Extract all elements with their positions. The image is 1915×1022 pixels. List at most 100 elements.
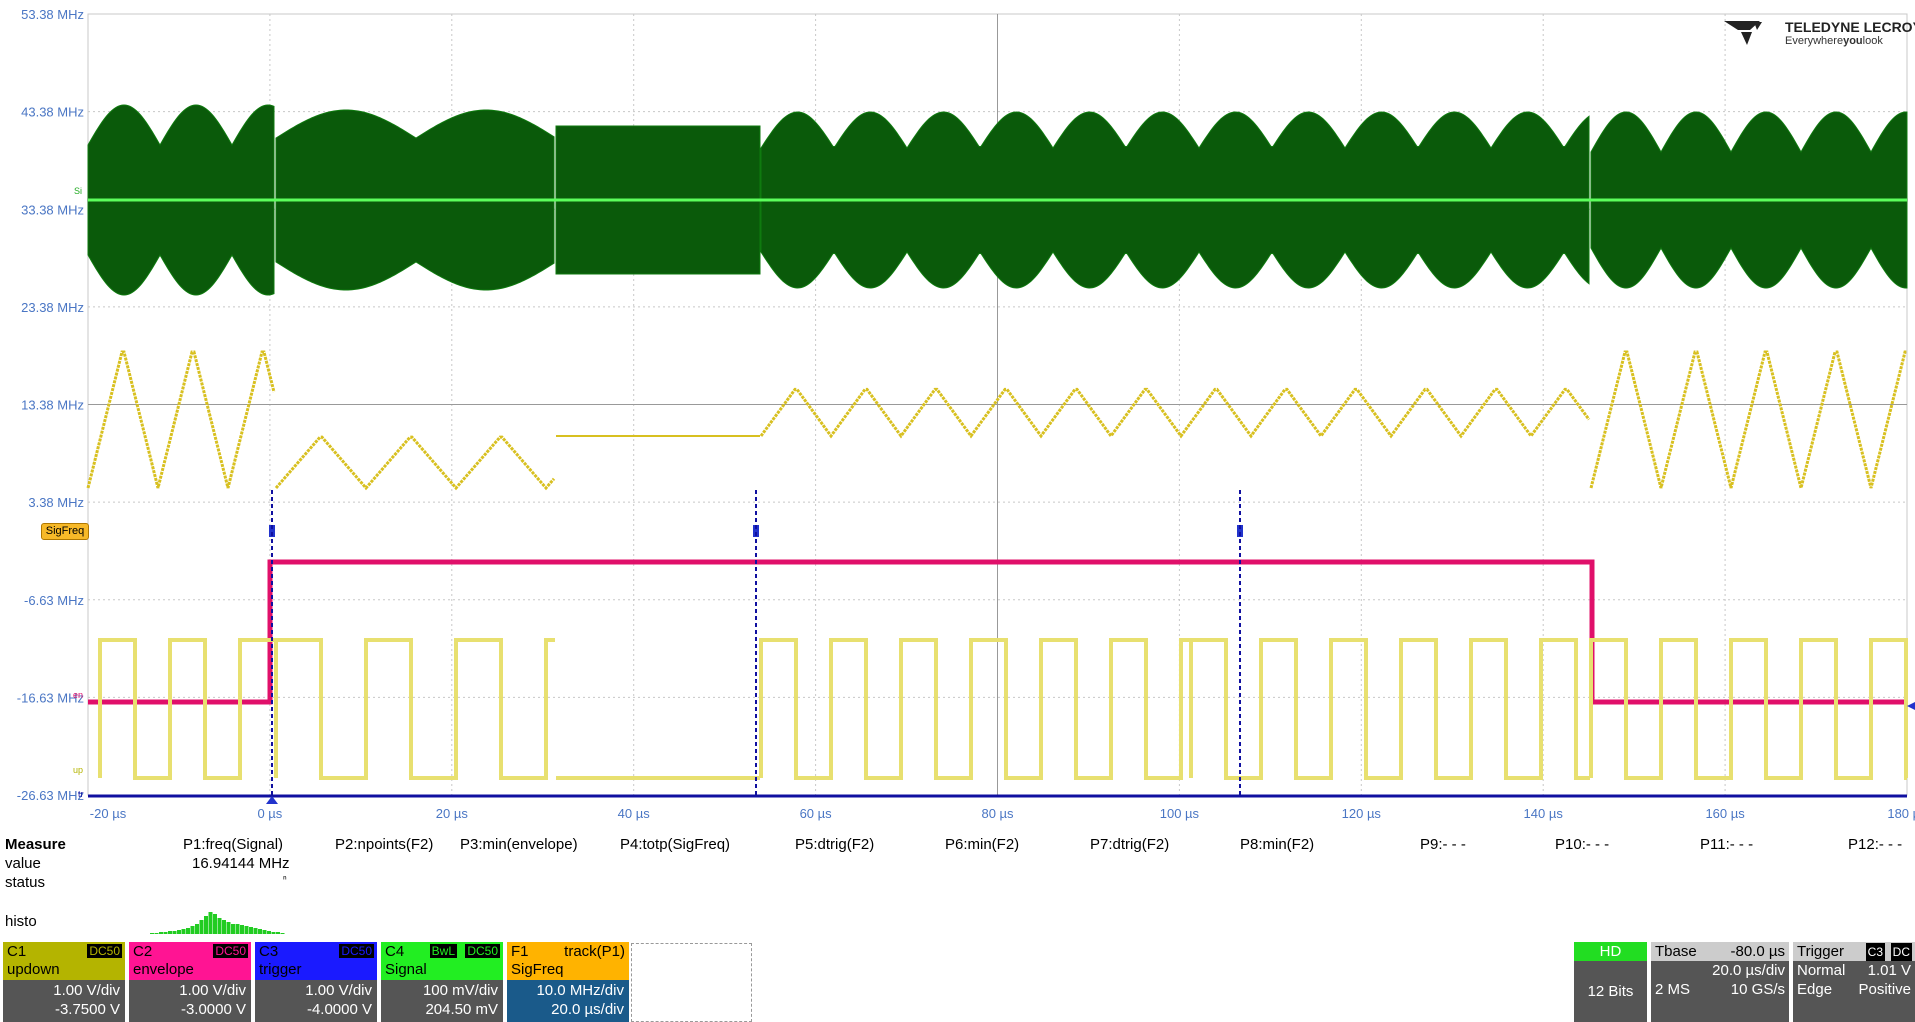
trigger-mode: Normal (1797, 962, 1846, 979)
p1-status-icon: ⁿ (283, 874, 287, 885)
timebase-delay: -80.0 µs (1730, 943, 1786, 960)
histo-bar (226, 922, 231, 934)
updown-segment (1189, 638, 1590, 780)
p1-value: 16.94144 MHz (192, 855, 290, 872)
histo-bar (213, 914, 217, 934)
y-axis-label: -6.63 MHz (24, 593, 84, 608)
x-axis-label: 180 µs (1887, 806, 1915, 821)
updown-trace (98, 638, 1908, 780)
measure-param[interactable]: P2:npoints(F2) (335, 836, 433, 853)
measure-param[interactable]: P3:min(envelope) (460, 836, 578, 853)
measure-param[interactable]: P10:- - - (1555, 836, 1609, 853)
histo-bar (280, 933, 285, 934)
channel-scale: 10.0 MHz/div (536, 982, 624, 999)
histo-bar (186, 928, 190, 934)
trigger-slope: Positive (1858, 981, 1911, 998)
y-axis-label: 53.38 MHz (21, 7, 84, 22)
x-axis-labels: -20 µs 0 µs 20 µs 40 µs 60 µs 80 µs 100 µs 120 … (90, 806, 1915, 821)
x-axis-label: -20 µs (90, 806, 127, 821)
signal-marker: Si (74, 186, 82, 196)
brand-name: TELEDYNE LECROY (1785, 19, 1915, 35)
teledyne-logo-icon (1724, 21, 1762, 45)
channel-coupling: DC50 (87, 944, 122, 958)
channel-descriptor-c1[interactable]: C1 updown DC50 1.00 V/div -3.7500 V (3, 942, 125, 1022)
histo-bar (163, 932, 168, 934)
y-axis-label: 13.38 MHz (21, 398, 84, 413)
histo-bar (195, 924, 199, 934)
histo-bar (240, 925, 244, 934)
histo-bar (204, 916, 208, 934)
trigger-coupling: DC (1890, 943, 1912, 962)
hd-bits: 12 Bits (1587, 983, 1634, 1000)
channel-coupling: DC50 (465, 944, 500, 958)
histo-bar (244, 926, 249, 934)
x-axis-label: 120 µs (1342, 806, 1382, 821)
measure-param[interactable]: P8:min(F2) (1240, 836, 1314, 853)
channel-descriptor-c3[interactable]: C3 trigger DC50 1.00 V/div -4.0000 V (255, 942, 377, 1022)
histo-bar (276, 932, 280, 934)
sigfreq-badge[interactable]: SigFreq (41, 523, 89, 540)
histo-bar (258, 929, 262, 934)
timebase-descriptor[interactable]: Tbase -80.0 µs 20.0 µs/div 2 MS 10 GS/s (1651, 942, 1789, 1022)
trigger-descriptor[interactable]: Trigger C3 DC Normal 1.01 V Edge Positiv… (1793, 942, 1915, 1022)
measure-param[interactable]: P9:- - - (1420, 836, 1466, 853)
measure-param[interactable]: P6:min(F2) (945, 836, 1019, 853)
hd-descriptor[interactable]: HD 12 Bits (1574, 942, 1647, 1022)
waveform-display[interactable]: 53.38 MHz 43.38 MHz 33.38 MHz 23.38 MHz 13.3… (0, 0, 1915, 828)
measure-table: Measure P1:freq(Signal) P2:npoints(F2) P3:… (0, 836, 1915, 912)
timebase-label: Tbase (1655, 943, 1697, 960)
channel-scale: 1.00 V/div (305, 982, 372, 999)
measure-value-row: value 16.94144 MHz (0, 855, 1915, 874)
channel-extra: track(P1) (564, 943, 625, 960)
trigger-type: Edge (1797, 981, 1833, 998)
x-axis-label: 20 µs (436, 806, 469, 821)
channel-descriptor-c2[interactable]: C2 envelope DC50 1.00 V/div -3.0000 V (129, 942, 251, 1022)
histo-bar (190, 926, 195, 934)
sigfreq-segment (759, 387, 1591, 439)
channel-offset: 204.50 mV (425, 1001, 498, 1018)
histo-bar (271, 932, 276, 934)
histo-bar (217, 918, 222, 934)
p1-histogram (150, 912, 285, 934)
histo-bar (159, 932, 163, 934)
channel-id: F1 (511, 943, 529, 960)
timebase-samples: 2 MS (1655, 981, 1691, 998)
empty-descriptor-slot[interactable] (631, 943, 752, 1022)
measure-param[interactable]: P4:totp(SigFreq) (620, 836, 730, 853)
x-axis-label: 80 µs (981, 806, 1014, 821)
x-axis-label: 0 µs (257, 806, 282, 821)
channel-coupling: DC50 (339, 944, 374, 958)
channel-offset: -3.0000 V (180, 1001, 246, 1018)
histo-bar (150, 933, 154, 934)
histo-bar (177, 930, 181, 934)
envelope-marker: en (73, 690, 83, 700)
x-axis-label: 60 µs (800, 806, 833, 821)
channel-id: C4 (385, 943, 405, 960)
histo-bar (267, 931, 271, 934)
measure-value-label: value (5, 855, 41, 872)
measure-param[interactable]: P11:- - - (1700, 836, 1753, 853)
brand-tagline: Everywhereyoulook (1785, 35, 1883, 47)
channel-id: C3 (259, 943, 279, 960)
histo-bar (253, 928, 258, 934)
histo-bar (231, 924, 235, 934)
channel-descriptor-f1[interactable]: F1 SigFreq track(P1) 10.0 MHz/div 20.0 µs/di… (507, 942, 629, 1022)
y-axis-labels: 53.38 MHz 43.38 MHz 33.38 MHz 23.38 MHz 13.3… (17, 7, 84, 803)
measure-param[interactable]: P5:dtrig(F2) (795, 836, 874, 853)
measure-param[interactable]: P12:- - - (1848, 836, 1902, 853)
channel-descriptor-c4[interactable]: C4 Signal DC50 BwL 100 mV/div 204.50 mV (381, 942, 503, 1022)
channel-offset: -4.0000 V (306, 1001, 372, 1018)
y-axis-label: 23.38 MHz (21, 300, 84, 315)
updown-marker: up (73, 765, 83, 775)
measure-param[interactable]: P1:freq(Signal) (183, 836, 283, 853)
trigger-level-marker[interactable] (1907, 702, 1915, 710)
histo-bar (262, 930, 267, 934)
channel-coupling: DC50 (213, 944, 248, 958)
sigfreq-segment (1589, 350, 1907, 489)
y-axis-label: 33.38 MHz (21, 202, 84, 217)
measure-title: Measure (5, 836, 66, 853)
histo-label: histo (5, 913, 37, 930)
measure-param[interactable]: P7:dtrig(F2) (1090, 836, 1169, 853)
channel-id: C2 (133, 943, 153, 960)
hd-label: HD (1574, 942, 1647, 961)
